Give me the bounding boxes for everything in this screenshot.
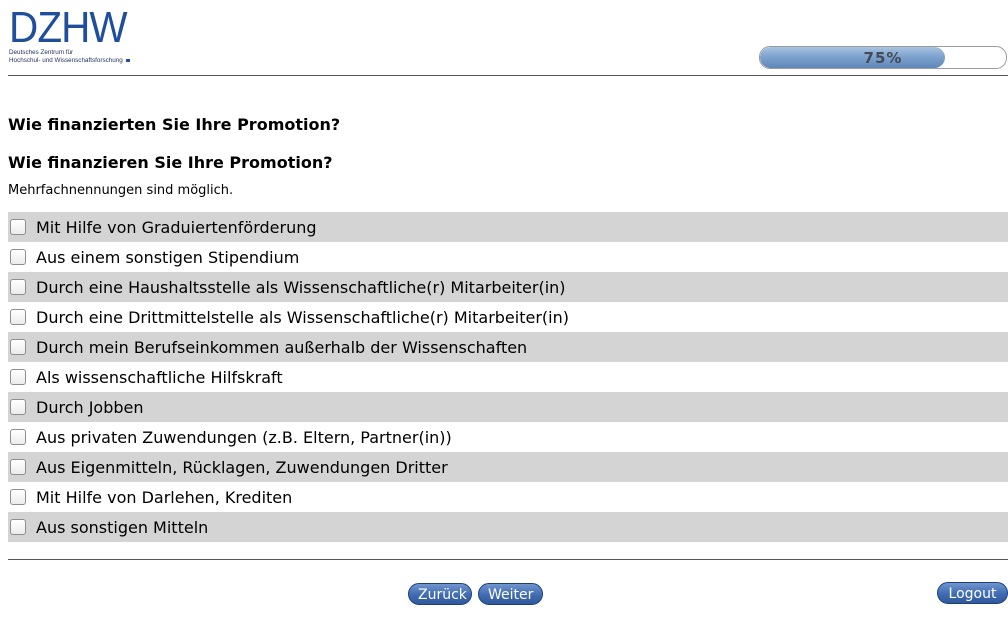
answer-checkbox[interactable]: [10, 339, 26, 355]
answer-checkbox[interactable]: [10, 309, 26, 325]
survey-page: DZHW Deutsches Zentrum für Hochschul- un…: [0, 0, 1008, 622]
answer-checkbox[interactable]: [10, 369, 26, 385]
answer-option-label: Aus einem sonstigen Stipendium: [36, 247, 300, 267]
answer-option-label: Durch eine Haushaltsstelle als Wissensch…: [36, 277, 566, 297]
dzhw-logo: DZHW Deutsches Zentrum für Hochschul- un…: [9, 3, 144, 68]
question-title-present: Wie finanzieren Sie Ihre Promotion?: [8, 153, 333, 172]
answer-option-label: Aus privaten Zuwendungen (z.B. Eltern, P…: [36, 427, 452, 447]
next-button[interactable]: Weiter: [478, 583, 543, 605]
answer-option[interactable]: Mit Hilfe von Darlehen, Krediten: [8, 482, 1008, 512]
question-hint: Mehrfachnennungen sind möglich.: [8, 183, 234, 198]
answer-option-label: Durch Jobben: [36, 397, 144, 417]
progress-bar: 75%: [759, 46, 1007, 69]
answer-option-label: Mit Hilfe von Darlehen, Krediten: [36, 487, 293, 507]
answer-checkbox[interactable]: [10, 429, 26, 445]
answer-option[interactable]: Durch Jobben: [8, 392, 1008, 422]
answer-options-list: Mit Hilfe von Graduiertenförderung Aus ei…: [8, 212, 1008, 542]
answer-checkbox[interactable]: [10, 399, 26, 415]
answer-checkbox[interactable]: [10, 219, 26, 235]
answer-option[interactable]: Aus privaten Zuwendungen (z.B. Eltern, P…: [8, 422, 1008, 452]
logout-button[interactable]: Logout: [937, 582, 1008, 604]
answer-option[interactable]: Durch eine Drittmittelstelle als Wissens…: [8, 302, 1008, 332]
logo-dot-icon: [125, 59, 130, 62]
question-title-past: Wie finanzierten Sie Ihre Promotion?: [8, 115, 341, 134]
logo-wordmark: DZHW: [9, 3, 128, 52]
answer-option-label: Aus Eigenmitteln, Rücklagen, Zuwendungen…: [36, 457, 448, 477]
answer-option-label: Aus sonstigen Mitteln: [36, 517, 209, 537]
answer-option[interactable]: Durch mein Berufseinkommen außerhalb der…: [8, 332, 1008, 362]
back-button[interactable]: Zurück: [408, 583, 472, 605]
answer-option[interactable]: Aus sonstigen Mitteln: [8, 512, 1008, 542]
answer-checkbox[interactable]: [10, 279, 26, 295]
logo-subtitle-line2: Hochschul- und Wissenschaftsforschung: [9, 57, 144, 65]
answer-option[interactable]: Als wissenschaftliche Hilfskraft: [8, 362, 1008, 392]
answer-option-label: Mit Hilfe von Graduiertenförderung: [36, 217, 317, 237]
answer-option[interactable]: Mit Hilfe von Graduiertenförderung: [8, 212, 1008, 242]
answer-option[interactable]: Aus einem sonstigen Stipendium: [8, 242, 1008, 272]
progress-label: 75%: [863, 49, 903, 67]
header-divider: [8, 75, 1008, 76]
answer-option-label: Durch eine Drittmittelstelle als Wissens…: [36, 307, 569, 327]
footer-divider: [8, 559, 1008, 560]
answer-checkbox[interactable]: [10, 519, 26, 535]
answer-option-label: Durch mein Berufseinkommen außerhalb der…: [36, 337, 528, 357]
answer-option[interactable]: Aus Eigenmitteln, Rücklagen, Zuwendungen…: [8, 452, 1008, 482]
answer-option[interactable]: Durch eine Haushaltsstelle als Wissensch…: [8, 272, 1008, 302]
answer-option-label: Als wissenschaftliche Hilfskraft: [36, 367, 283, 387]
answer-checkbox[interactable]: [10, 249, 26, 265]
answer-checkbox[interactable]: [10, 459, 26, 475]
answer-checkbox[interactable]: [10, 489, 26, 505]
